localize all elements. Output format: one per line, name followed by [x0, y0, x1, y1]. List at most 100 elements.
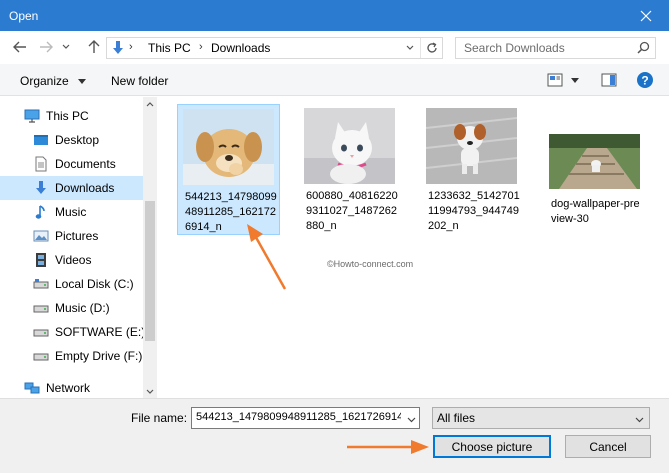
- scrollbar-thumb[interactable]: [145, 201, 155, 341]
- title-bar: Open: [0, 0, 669, 31]
- choose-picture-button[interactable]: Choose picture: [433, 435, 551, 458]
- breadcrumb-downloads[interactable]: Downloads: [211, 41, 270, 55]
- breadcrumb-separator-icon: ›: [129, 41, 133, 53]
- music-note-icon: [33, 204, 49, 220]
- annotation-arrow-icon: [347, 440, 429, 454]
- dropdown-triangle-icon: [78, 79, 87, 85]
- view-options-dropdown[interactable]: [570, 72, 580, 88]
- view-icon: [547, 73, 563, 87]
- download-arrow-icon: [33, 180, 49, 196]
- file-name-input[interactable]: 544213_1479809948911285_1621726914_: [191, 407, 420, 429]
- nav-item-desktop[interactable]: Desktop: [0, 128, 143, 152]
- drive-icon: [33, 300, 49, 316]
- pictures-icon: [33, 228, 49, 244]
- desktop-folder-icon: [33, 132, 49, 148]
- file-tile[interactable]: 544213_1479809948911285_1621726914_n: [177, 104, 280, 235]
- chevron-down-icon: [406, 45, 414, 50]
- chevron-down-icon: [146, 389, 154, 394]
- watermark-text: ©Howto-connect.com: [327, 259, 414, 269]
- network-icon: [24, 380, 40, 396]
- up-button[interactable]: [84, 38, 104, 56]
- nav-item-documents[interactable]: Documents: [0, 152, 143, 176]
- nav-item-label: Empty Drive (F:): [55, 349, 143, 363]
- nav-item-label: Local Disk (C:): [55, 277, 134, 291]
- documents-icon: [33, 156, 49, 172]
- dialog-footer: File name: 544213_1479809948911285_16217…: [0, 398, 669, 473]
- address-bar[interactable]: › This PC › Downloads: [106, 37, 443, 59]
- white-kitten-thumbnail: [304, 108, 395, 184]
- file-tile[interactable]: 1233632_514270111994793_944749202_n: [421, 104, 524, 235]
- organize-menu[interactable]: Organize: [20, 74, 87, 88]
- file-name-label: File name:: [131, 411, 188, 425]
- nav-item-pictures[interactable]: Pictures: [0, 224, 143, 248]
- search-icon: [637, 41, 650, 57]
- puppy-laughing-thumbnail: [183, 109, 274, 185]
- forward-button[interactable]: [36, 38, 56, 56]
- file-tile[interactable]: 600880_408162209311027_1487262880_n: [299, 104, 402, 235]
- address-row: › This PC › Downloads Search Downloads: [0, 31, 669, 64]
- navigation-pane: This PC Desktop Documents Downloads Musi…: [0, 97, 157, 398]
- file-tile[interactable]: dog-wallpaper-preview-30: [544, 104, 647, 235]
- file-type-value: All files: [437, 411, 476, 425]
- search-input[interactable]: Search Downloads: [455, 37, 656, 59]
- breadcrumb-this-pc[interactable]: This PC: [148, 41, 191, 55]
- drive-icon: [33, 276, 49, 292]
- nav-item-label: Videos: [55, 253, 92, 267]
- svg-text:?: ?: [641, 74, 648, 88]
- drive-icon: [33, 324, 49, 340]
- nav-item-label: Desktop: [55, 133, 100, 147]
- dog-on-path-thumbnail: [549, 134, 640, 189]
- file-name-value: 544213_1479809948911285_1621726914_: [196, 411, 401, 423]
- drive-icon: [33, 348, 49, 364]
- nav-item-empty-drive-f[interactable]: Empty Drive (F:): [0, 344, 143, 368]
- cancel-button[interactable]: Cancel: [565, 435, 651, 458]
- recent-locations-button[interactable]: [59, 38, 73, 56]
- file-name: dog-wallpaper-preview-30: [551, 198, 640, 225]
- nav-item-label: Music (D:): [55, 301, 110, 315]
- nav-item-software-e[interactable]: SOFTWARE (E:): [0, 320, 145, 344]
- nav-item-network[interactable]: Network: [0, 376, 143, 400]
- chevron-down-icon: [62, 44, 70, 49]
- nav-item-label: Pictures: [55, 229, 99, 243]
- dropdown-triangle-icon: [571, 77, 579, 83]
- download-arrow-icon: [111, 40, 125, 59]
- breadcrumb-separator-icon: ›: [199, 41, 203, 53]
- preview-pane-button[interactable]: [601, 72, 617, 88]
- scroll-up-button[interactable]: [143, 97, 157, 111]
- puppy-on-floor-thumbnail: [426, 108, 517, 184]
- chevron-down-icon: [407, 417, 416, 423]
- annotation-arrow-icon: [247, 224, 287, 290]
- file-name-history-dropdown[interactable]: [407, 412, 416, 426]
- close-button[interactable]: [623, 0, 669, 31]
- preview-pane-icon: [601, 73, 617, 87]
- up-arrow-icon: [88, 40, 100, 53]
- nav-item-this-pc[interactable]: This PC: [0, 104, 143, 128]
- address-dropdown-button[interactable]: [402, 38, 418, 58]
- nav-item-local-disk-c[interactable]: Local Disk (C:): [0, 272, 143, 296]
- organize-label: Organize: [20, 74, 69, 88]
- file-list: 544213_1479809948911285_1621726914_n 600…: [158, 97, 669, 398]
- file-name: 1233632_514270111994793_944749202_n: [428, 190, 520, 232]
- navigation-tree: This PC Desktop Documents Downloads Musi…: [0, 97, 145, 400]
- nav-item-downloads[interactable]: Downloads: [0, 176, 143, 200]
- scroll-down-button[interactable]: [143, 384, 157, 398]
- chevron-up-icon: [146, 101, 154, 106]
- navigation-scrollbar[interactable]: [143, 97, 157, 398]
- film-icon: [33, 252, 49, 268]
- new-folder-button[interactable]: New folder: [111, 74, 168, 88]
- file-type-select[interactable]: All files: [432, 407, 650, 429]
- refresh-button[interactable]: [420, 38, 442, 58]
- nav-item-label: Downloads: [55, 181, 115, 195]
- change-view-button[interactable]: [547, 72, 563, 88]
- close-icon: [640, 10, 652, 21]
- monitor-icon: [24, 108, 40, 124]
- refresh-icon: [426, 42, 437, 53]
- open-dialog: Open › This PC › Downloads Search Downlo…: [0, 0, 669, 473]
- nav-item-music[interactable]: Music: [0, 200, 143, 224]
- nav-item-label: Network: [46, 381, 91, 395]
- nav-item-videos[interactable]: Videos: [0, 248, 143, 272]
- nav-item-music-d[interactable]: Music (D:): [0, 296, 143, 320]
- command-bar: Organize New folder ?: [0, 64, 669, 96]
- back-button[interactable]: [10, 38, 30, 56]
- help-button[interactable]: ?: [636, 71, 654, 89]
